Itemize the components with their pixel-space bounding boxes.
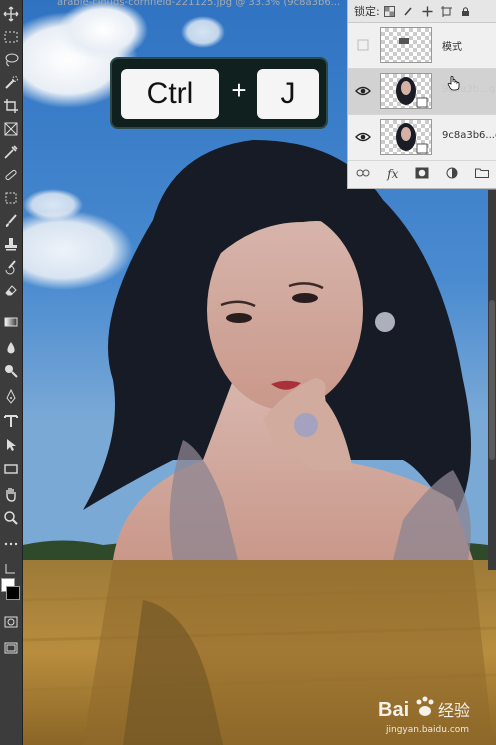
adjustment-icon[interactable]	[446, 167, 458, 182]
layer-row-mode[interactable]: 模式	[348, 23, 496, 69]
layer-row-copy-selected[interactable]: 9c8a3b...qv	[348, 69, 496, 115]
gradient-icon[interactable]	[1, 312, 21, 332]
eye-icon[interactable]	[355, 83, 371, 99]
layer-name[interactable]: 模式	[442, 38, 462, 53]
layer-row-original[interactable]: 9c8a3b6...g	[348, 115, 496, 161]
plus-sign: +	[231, 75, 247, 105]
history-brush-icon[interactable]	[1, 257, 21, 277]
stamp-icon[interactable]	[1, 234, 21, 254]
move-icon[interactable]	[1, 4, 21, 24]
svg-text:Bai: Bai	[378, 699, 409, 721]
shape-icon[interactable]	[1, 459, 21, 479]
marquee-icon[interactable]	[1, 27, 21, 47]
type-icon[interactable]	[1, 411, 21, 431]
pen-icon[interactable]	[1, 387, 21, 407]
ctrl-key: Ctrl	[121, 69, 219, 119]
brush-icon[interactable]	[1, 211, 21, 231]
svg-text:经验: 经验	[438, 701, 470, 720]
swap-colors-icon[interactable]	[1, 558, 21, 578]
dodge-icon[interactable]	[1, 361, 21, 381]
heal-icon[interactable]	[1, 165, 21, 185]
screen-mode-icon[interactable]	[1, 638, 21, 658]
background-color-swatch[interactable]	[6, 586, 20, 600]
crop-icon[interactable]	[1, 96, 21, 116]
group-icon[interactable]	[474, 167, 489, 181]
layer-name[interactable]: 9c8a3b6...g	[442, 130, 496, 141]
mask-icon[interactable]	[415, 167, 429, 182]
quick-mask-icon[interactable]	[1, 612, 21, 632]
frame-icon[interactable]	[1, 119, 21, 139]
visibility-toggle-empty[interactable]	[355, 37, 371, 53]
layers-panel: 锁定: 模式 9c8a3b...qv 9c8a3b6...g fx	[347, 0, 496, 189]
hand-icon[interactable]	[1, 484, 21, 504]
fx-icon[interactable]: fx	[387, 167, 398, 181]
eraser-icon[interactable]	[1, 280, 21, 300]
more-icon[interactable]	[1, 534, 21, 554]
link-icon[interactable]	[356, 167, 370, 181]
lock-position-icon[interactable]	[422, 5, 434, 17]
scrollbar-thumb[interactable]	[489, 300, 495, 460]
lock-artboard-icon[interactable]	[441, 5, 453, 17]
lasso-icon[interactable]	[1, 50, 21, 70]
lock-label: 锁定:	[354, 5, 380, 18]
tools-panel	[0, 0, 23, 745]
lock-row: 锁定:	[348, 0, 496, 23]
layer-thumbnail	[380, 119, 432, 155]
layer-thumbnail	[380, 73, 432, 109]
lock-pixels-icon[interactable]	[403, 5, 415, 17]
lock-all-icon[interactable]	[460, 5, 472, 17]
watermark-url: jingyan.baidu.com	[386, 725, 470, 735]
layers-bottom-toolbar: fx	[348, 161, 496, 187]
path-select-icon[interactable]	[1, 435, 21, 455]
blur-icon[interactable]	[1, 338, 21, 358]
lock-transparent-icon[interactable]	[384, 5, 396, 17]
zoom-icon[interactable]	[1, 508, 21, 528]
eye-icon[interactable]	[355, 129, 371, 145]
quick-select-icon[interactable]	[1, 73, 21, 93]
cursor-hand-icon	[447, 75, 460, 91]
keyboard-shortcut-overlay: Ctrl + J	[110, 57, 328, 129]
canvas-scrollbar[interactable]	[488, 190, 496, 570]
j-key: J	[257, 69, 319, 119]
document-tab-title: arable-clouds-cornfield-221125.jpg @ 33.…	[57, 0, 341, 8]
frame-dotted-icon[interactable]	[1, 188, 21, 208]
layer-thumbnail	[380, 27, 432, 63]
eyedropper-icon[interactable]	[1, 142, 21, 162]
